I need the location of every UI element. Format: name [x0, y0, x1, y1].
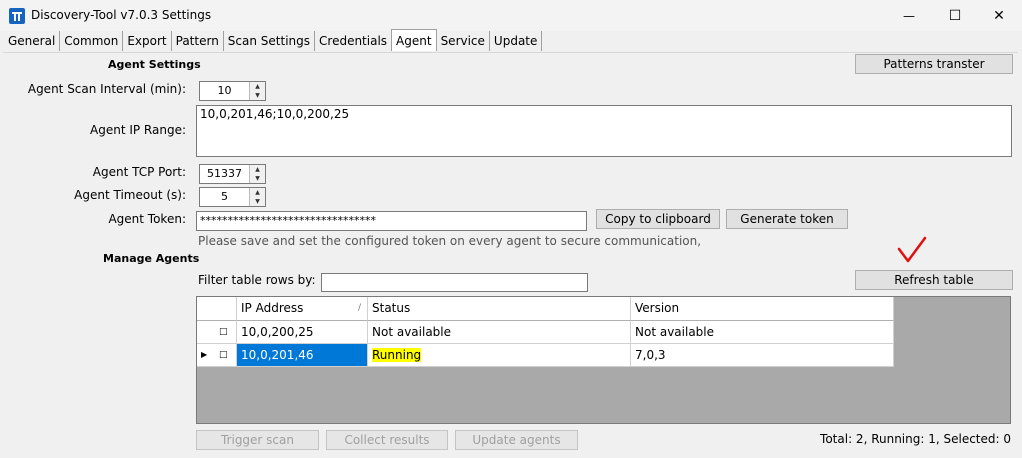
column-header-ip-label: IP Address: [241, 301, 304, 315]
refresh-table-button[interactable]: Refresh table: [855, 270, 1013, 290]
copy-to-clipboard-button[interactable]: Copy to clipboard: [596, 209, 720, 229]
close-icon: ✕: [993, 7, 1005, 24]
agents-summary: Total: 2, Running: 1, Selected: 0: [820, 432, 1011, 446]
maximize-button[interactable]: ☐: [932, 0, 978, 31]
table-cell-version[interactable]: Not available: [631, 321, 894, 344]
collect-results-button[interactable]: Collect results: [326, 430, 448, 450]
down-arrow-icon[interactable]: ▼: [250, 174, 265, 183]
stepper-arrows[interactable]: ▲ ▼: [249, 82, 265, 100]
tab-general[interactable]: General: [4, 31, 61, 51]
table-cell-status[interactable]: Not available: [368, 321, 631, 344]
token-input[interactable]: ********************************: [196, 211, 587, 231]
down-arrow-icon[interactable]: ▼: [250, 91, 265, 100]
close-button[interactable]: ✕: [976, 0, 1022, 31]
sort-arrow-icon: /: [357, 303, 361, 313]
scan-interval-value: 10: [217, 84, 232, 97]
window-title: Discovery-Tool v7.0.3 Settings: [31, 8, 212, 22]
tcp-port-stepper[interactable]: 51337 ▲ ▼: [199, 164, 266, 184]
trigger-scan-button[interactable]: Trigger scan: [196, 430, 319, 450]
row-header-corner: [197, 297, 237, 321]
down-arrow-icon[interactable]: ▼: [250, 197, 265, 206]
agent-settings-heading: Agent Settings: [108, 58, 201, 71]
tab-agent[interactable]: Agent: [391, 29, 437, 51]
stepper-arrows[interactable]: ▲ ▼: [249, 165, 265, 183]
scan-interval-stepper[interactable]: 10 ▲ ▼: [199, 81, 266, 101]
update-agents-button[interactable]: Update agents: [455, 430, 578, 450]
agents-table: IP Address / Status Version □ 10,0,200,2…: [196, 296, 1011, 424]
row-checkbox-icon[interactable]: □: [219, 344, 228, 366]
up-arrow-icon[interactable]: ▲: [250, 82, 265, 91]
tab-credentials[interactable]: Credentials: [315, 31, 391, 51]
up-arrow-icon[interactable]: ▲: [250, 188, 265, 197]
column-header-status[interactable]: Status: [368, 297, 631, 321]
scan-interval-label: Agent Scan Interval (min):: [27, 82, 186, 96]
row-header[interactable]: □: [197, 321, 237, 344]
up-arrow-icon[interactable]: ▲: [250, 165, 265, 174]
column-header-version[interactable]: Version: [631, 297, 894, 321]
maximize-icon: ☐: [948, 7, 962, 24]
timeout-value: 5: [221, 190, 228, 203]
running-status-text: Running: [372, 348, 422, 362]
filter-label: Filter table rows by:: [198, 273, 316, 287]
ip-range-label: Agent IP Range:: [90, 123, 186, 137]
stepper-arrows[interactable]: ▲ ▼: [249, 188, 265, 206]
tcp-port-label: Agent TCP Port:: [92, 165, 186, 179]
ip-range-textarea[interactable]: 10,0,201,46;10,0,200,25: [196, 105, 1012, 157]
tab-service[interactable]: Service: [437, 31, 490, 51]
table-cell-version[interactable]: 7,0,3: [631, 344, 894, 367]
table-cell-ip[interactable]: 10,0,201,46: [237, 344, 368, 367]
column-header-ip[interactable]: IP Address /: [237, 297, 368, 321]
tab-strip: General Common Export Pattern Scan Setti…: [4, 29, 543, 51]
token-note: Please save and set the configured token…: [198, 234, 702, 248]
token-label: Agent Token:: [108, 212, 186, 226]
minimize-button[interactable]: —: [886, 0, 932, 31]
row-checkbox-icon[interactable]: □: [219, 321, 228, 343]
minimize-icon: —: [903, 8, 915, 23]
manage-agents-heading: Manage Agents: [103, 252, 200, 265]
tab-update[interactable]: Update: [490, 31, 543, 51]
title-bar: Discovery-Tool v7.0.3 Settings — ☐ ✕: [0, 0, 1022, 31]
generate-token-button[interactable]: Generate token: [726, 209, 848, 229]
filter-input[interactable]: [321, 273, 588, 292]
row-header[interactable]: ▶ □: [197, 344, 237, 367]
current-row-arrow-icon: ▶: [201, 350, 208, 359]
tab-scan-settings[interactable]: Scan Settings: [224, 31, 316, 51]
tab-pattern[interactable]: Pattern: [172, 31, 224, 51]
app-logo-icon: [9, 8, 25, 24]
patterns-transfer-button[interactable]: Patterns transter: [855, 54, 1013, 74]
tab-export[interactable]: Export: [123, 31, 172, 51]
table-cell-status[interactable]: Running: [368, 344, 631, 367]
table-cell-ip[interactable]: 10,0,200,25: [237, 321, 368, 344]
check-mark-annotation-icon: [897, 236, 927, 263]
tcp-port-value: 51337: [207, 167, 242, 180]
timeout-stepper[interactable]: 5 ▲ ▼: [199, 187, 266, 207]
timeout-label: Agent Timeout (s):: [74, 188, 186, 202]
tab-common[interactable]: Common: [60, 31, 124, 51]
